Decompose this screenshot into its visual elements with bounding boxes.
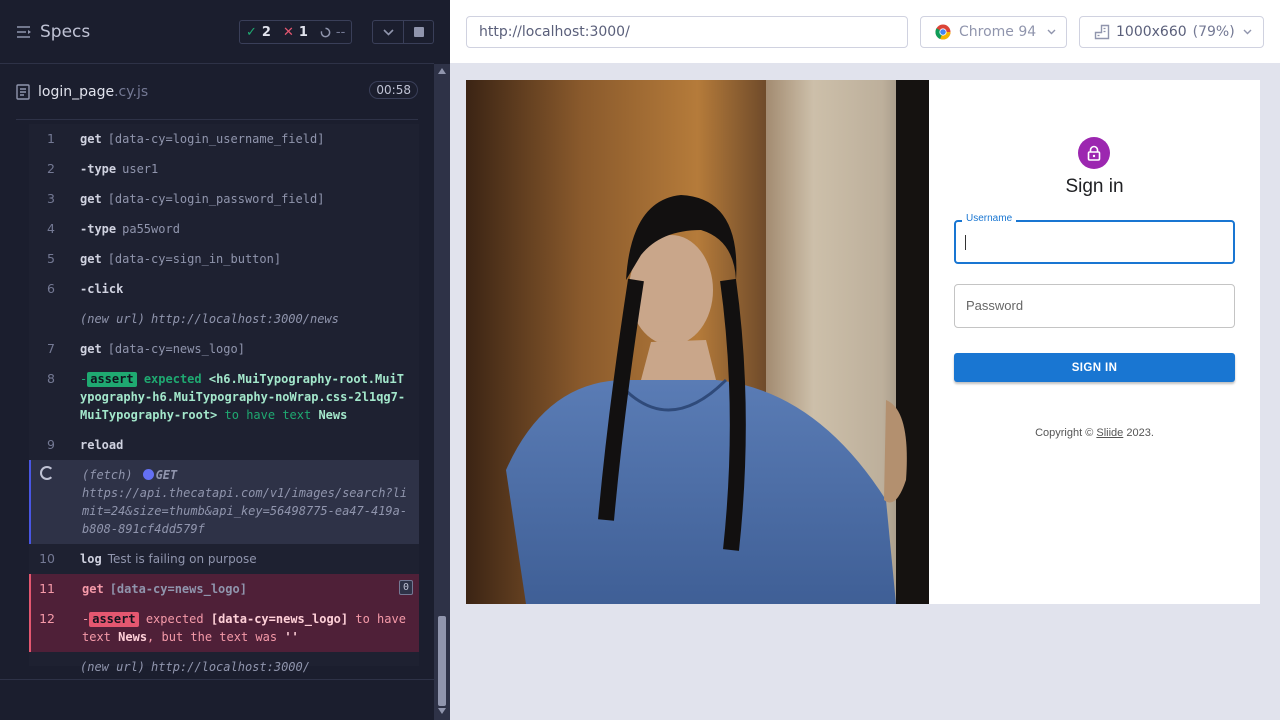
loading-spinner-icon (40, 466, 54, 480)
viewport-label: 1000x660 (1116, 24, 1187, 40)
document-icon (16, 83, 30, 100)
lock-icon (1087, 145, 1101, 161)
command-log-panel: Specs ✓ 2 ✕ 1 -- login_page.cy.js 00:58 (0, 0, 450, 720)
check-icon: ✓ (246, 24, 257, 40)
menu-icon (17, 26, 31, 38)
command-row[interactable]: 3 get [data-cy=login_password_field] (29, 184, 419, 214)
browser-selector[interactable]: Chrome 94 (920, 16, 1067, 48)
command-row-assert-failed[interactable]: 12 - assert expected [data-cy=news_logo] … (29, 604, 419, 652)
passed-stat: ✓ 2 (240, 21, 277, 43)
chevron-down-icon (1047, 29, 1056, 35)
stop-icon (413, 27, 424, 37)
page-title: Sign in (1065, 176, 1124, 197)
viewport-selector[interactable]: 1000x660 (79%) (1079, 16, 1264, 48)
zoom-label: (79%) (1192, 24, 1235, 40)
assert-badge: assert (87, 372, 137, 387)
browser-label: Chrome 94 (959, 24, 1037, 40)
command-row-failed[interactable]: 11 get [data-cy=news_logo] 0 (29, 574, 419, 604)
command-row-new-url[interactable]: (new url) http://localhost:3000/ (29, 652, 419, 682)
chrome-icon (935, 24, 951, 40)
sign-in-form: Sign in Username Password SIGN IN Copyri… (929, 80, 1260, 604)
scroll-down-arrow-icon[interactable] (438, 708, 446, 714)
username-field[interactable]: Username (954, 213, 1235, 264)
failed-count: 1 (298, 24, 308, 40)
command-row[interactable]: 4 -type pa55word (29, 214, 419, 244)
command-row-new-url[interactable]: (new url) http://localhost:3000/news (29, 304, 419, 334)
element-count-badge: 0 (398, 580, 413, 595)
sign-in-button[interactable]: SIGN IN (954, 353, 1235, 382)
aut-toolbar: http://localhost:3000/ Chrome 94 1000x66… (450, 0, 1280, 64)
command-row-assert-passed[interactable]: 8 - assert expected <h6.MuiTypography-roo… (29, 364, 419, 430)
reporter-header: Specs ✓ 2 ✕ 1 -- (0, 0, 434, 64)
spec-file-name: login_page.cy.js (38, 83, 149, 100)
username-label: Username (962, 213, 1017, 224)
test-stats: ✓ 2 ✕ 1 -- (239, 20, 353, 44)
command-row-fetch[interactable]: (fetch) GET https://api.thecatapi.com/v1/… (29, 460, 419, 544)
pending-count: -- (335, 24, 346, 40)
collapse-button[interactable] (372, 20, 404, 44)
spec-file-row[interactable]: login_page.cy.js 00:58 (16, 64, 418, 120)
password-field[interactable]: Password (954, 284, 1235, 328)
failed-stat: ✕ 1 (277, 21, 314, 43)
scrollbar[interactable] (434, 64, 450, 720)
passed-count: 2 (261, 24, 271, 40)
scroll-thumb[interactable] (438, 616, 446, 706)
app-under-test-frame: Sign in Username Password SIGN IN Copyri… (466, 80, 1260, 604)
command-row[interactable]: 2 -type user1 (29, 154, 419, 184)
command-row[interactable]: 6 -click (29, 274, 419, 304)
scroll-up-arrow-icon[interactable] (438, 68, 446, 74)
stop-button[interactable] (404, 20, 434, 44)
spec-duration: 00:58 (369, 81, 418, 99)
spinner-icon (320, 27, 331, 37)
command-row[interactable]: 5 get [data-cy=sign_in_button] (29, 244, 419, 274)
x-icon: ✕ (282, 24, 294, 40)
assert-badge: assert (89, 612, 139, 627)
command-row[interactable]: 7 get [data-cy=news_logo] (29, 334, 419, 364)
reporter-footer (0, 679, 434, 720)
password-label: Password (966, 298, 1024, 313)
command-row[interactable]: 1 get [data-cy=login_username_field] (29, 124, 419, 154)
specs-button[interactable]: Specs (16, 20, 90, 44)
url-field[interactable]: http://localhost:3000/ (466, 16, 908, 48)
pending-stat: -- (314, 21, 351, 43)
pending-dot-icon (142, 469, 154, 480)
command-list: 1 get [data-cy=login_username_field] 2 -t… (29, 124, 419, 674)
avatar (1078, 137, 1110, 169)
command-row[interactable]: 9 reload (29, 430, 419, 460)
command-row[interactable]: 10 log Test is failing on purpose (29, 544, 419, 574)
copyright-link[interactable]: Sliide (1096, 427, 1123, 439)
chevron-down-icon (382, 28, 394, 36)
ruler-icon (1094, 24, 1110, 40)
text-caret (965, 235, 966, 250)
copyright-text: Copyright © Sliide 2023. (1035, 427, 1154, 439)
chevron-down-icon (1243, 29, 1252, 35)
specs-label: Specs (40, 22, 91, 42)
hero-photo (466, 80, 929, 604)
